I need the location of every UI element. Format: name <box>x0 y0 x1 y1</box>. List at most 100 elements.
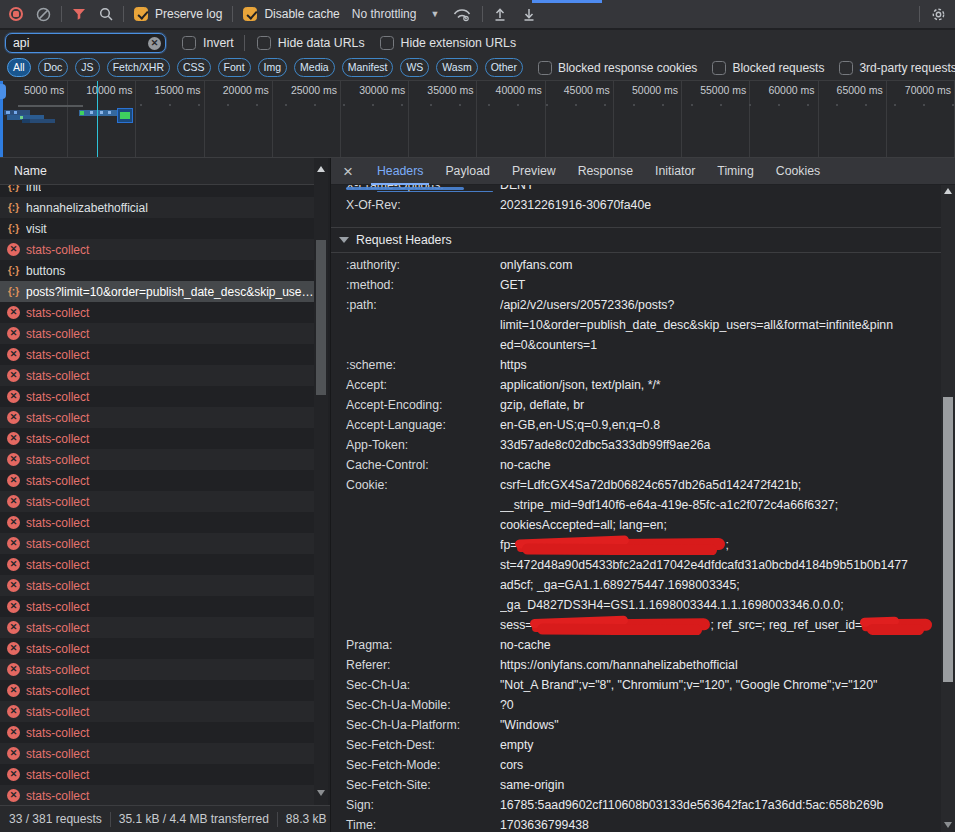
import-har-icon[interactable] <box>493 7 507 22</box>
disclosure-triangle-icon[interactable] <box>339 237 349 243</box>
clear-filter-icon[interactable]: ✕ <box>148 37 161 50</box>
request-row[interactable]: {:}hannahelizabethofficial <box>0 197 314 218</box>
hide-data-urls-checkbox[interactable] <box>257 36 271 50</box>
request-row[interactable]: ✕stats-collect <box>0 743 314 764</box>
hide-extension-urls-checkbox[interactable] <box>380 36 394 50</box>
hide-extension-urls-label[interactable]: Hide extension URLs <box>401 36 517 50</box>
blocked-requests-label[interactable]: Blocked requests <box>732 61 824 75</box>
filter-chip-fetch-xhr[interactable]: Fetch/XHR <box>107 58 170 77</box>
chevron-down-icon[interactable]: ▼ <box>430 9 439 19</box>
network-overview-timeline[interactable]: 5000 ms10000 ms15000 ms20000 ms25000 ms3… <box>0 81 955 158</box>
details-scrollbar[interactable] <box>941 185 955 832</box>
filter-input[interactable]: api ✕ <box>5 33 166 53</box>
name-column-header[interactable]: Name <box>0 158 314 185</box>
close-icon[interactable]: × <box>343 159 353 184</box>
scroll-up-icon[interactable] <box>944 188 952 194</box>
divider <box>123 6 124 22</box>
disable-cache-checkbox[interactable] <box>243 7 257 21</box>
header-row: Accept-Language:en-GB,en-US;q=0.9,en;q=0… <box>331 415 941 435</box>
request-row[interactable]: ✕stats-collect <box>0 680 314 701</box>
tab-preview[interactable]: Preview <box>501 158 567 185</box>
filter-chip-manifest[interactable]: Manifest <box>342 58 394 77</box>
error-icon: ✕ <box>7 726 20 739</box>
tab-cookies[interactable]: Cookies <box>765 158 831 185</box>
request-row[interactable]: ✕stats-collect <box>0 575 314 596</box>
third-party-label[interactable]: 3rd-party requests <box>859 61 955 75</box>
tab-timing[interactable]: Timing <box>706 158 764 185</box>
tab-payload[interactable]: Payload <box>434 158 500 185</box>
scrollbar-thumb[interactable] <box>943 397 953 682</box>
filter-chip-js[interactable]: JS <box>75 58 99 77</box>
settings-gear-icon[interactable] <box>930 6 947 23</box>
request-row[interactable]: ✕stats-collect <box>0 365 314 386</box>
request-row[interactable]: ✕stats-collect <box>0 323 314 344</box>
scroll-down-icon[interactable] <box>944 822 952 828</box>
record-icon[interactable] <box>9 7 23 21</box>
request-row[interactable]: ✕stats-collect <box>0 764 314 785</box>
request-list-scrollbar[interactable] <box>314 158 328 805</box>
blocked-cookies-checkbox[interactable] <box>538 61 552 75</box>
tab-headers[interactable]: Headers <box>366 158 434 185</box>
filter-icon[interactable] <box>72 8 86 21</box>
filter-chip-ws[interactable]: WS <box>400 58 429 77</box>
scrollbar-thumb[interactable] <box>316 240 326 395</box>
filter-chip-css[interactable]: CSS <box>177 58 211 77</box>
requests-panel: Name {:}init{:}hannahelizabethofficial{:… <box>0 158 330 832</box>
request-row[interactable]: {:}buttons <box>0 260 314 281</box>
filter-chip-media[interactable]: Media <box>294 58 335 77</box>
tab-response[interactable]: Response <box>567 158 644 185</box>
scroll-down-icon[interactable] <box>317 790 325 796</box>
request-row[interactable]: ✕stats-collect <box>0 407 314 428</box>
request-name: stats-collect <box>26 579 314 593</box>
request-row-selected[interactable]: {:}posts?limit=10&order=publish_date_des… <box>0 281 314 302</box>
filter-chip-other[interactable]: Other <box>485 58 523 77</box>
filter-chip-font[interactable]: Font <box>218 58 251 77</box>
request-row[interactable]: ✕stats-collect <box>0 659 314 680</box>
invert-checkbox[interactable] <box>182 36 196 50</box>
disable-cache-label[interactable]: Disable cache <box>264 7 339 21</box>
request-row[interactable]: ✕stats-collect <box>0 512 314 533</box>
hide-data-urls-label[interactable]: Hide data URLs <box>278 36 365 50</box>
search-icon[interactable] <box>99 7 113 21</box>
request-row[interactable]: {:}visit <box>0 218 314 239</box>
tab-initiator[interactable]: Initiator <box>644 158 706 185</box>
filter-chip-all[interactable]: All <box>7 58 31 77</box>
throttling-select[interactable]: No throttling <box>352 7 417 21</box>
blocked-requests-checkbox[interactable] <box>712 61 726 75</box>
request-row[interactable]: ✕stats-collect <box>0 344 314 365</box>
request-name: stats-collect <box>26 327 314 341</box>
request-row[interactable]: ✕stats-collect <box>0 617 314 638</box>
request-row[interactable]: ✕stats-collect <box>0 701 314 722</box>
request-row[interactable]: ✕stats-collect <box>0 533 314 554</box>
request-row[interactable]: ✕stats-collect <box>0 722 314 743</box>
request-row[interactable]: {:}init <box>0 185 314 197</box>
request-row[interactable]: ✕stats-collect <box>0 491 314 512</box>
filter-chip-img[interactable]: Img <box>258 58 288 77</box>
clear-icon[interactable] <box>36 7 51 22</box>
request-row[interactable]: ✕stats-collect <box>0 386 314 407</box>
request-row[interactable]: ✕stats-collect <box>0 449 314 470</box>
request-row[interactable]: ✕stats-collect <box>0 785 314 805</box>
request-row[interactable]: ✕stats-collect <box>0 470 314 491</box>
preserve-log-checkbox[interactable] <box>134 7 148 21</box>
request-row[interactable]: ✕stats-collect <box>0 638 314 659</box>
network-conditions-icon[interactable] <box>452 6 472 22</box>
request-row[interactable]: ✕stats-collect <box>0 596 314 617</box>
fetch-icon: {:} <box>7 265 20 276</box>
preserve-log-label[interactable]: Preserve log <box>155 7 222 21</box>
request-name: stats-collect <box>26 243 314 257</box>
request-row[interactable]: ✕stats-collect <box>0 428 314 449</box>
section-gap <box>331 215 941 228</box>
filter-chip-doc[interactable]: Doc <box>38 58 69 77</box>
overview-left-grip[interactable] <box>0 84 6 99</box>
blocked-cookies-label[interactable]: Blocked response cookies <box>558 61 697 75</box>
request-row[interactable]: ✕stats-collect <box>0 302 314 323</box>
filter-chip-wasm[interactable]: Wasm <box>436 58 477 77</box>
request-headers-section[interactable]: Request Headers <box>331 228 941 253</box>
scroll-up-icon[interactable] <box>317 166 325 172</box>
invert-label[interactable]: Invert <box>203 36 234 50</box>
request-row[interactable]: ✕stats-collect <box>0 554 314 575</box>
third-party-checkbox[interactable] <box>839 61 853 75</box>
request-row[interactable]: ✕stats-collect <box>0 239 314 260</box>
export-har-icon[interactable] <box>522 7 536 22</box>
